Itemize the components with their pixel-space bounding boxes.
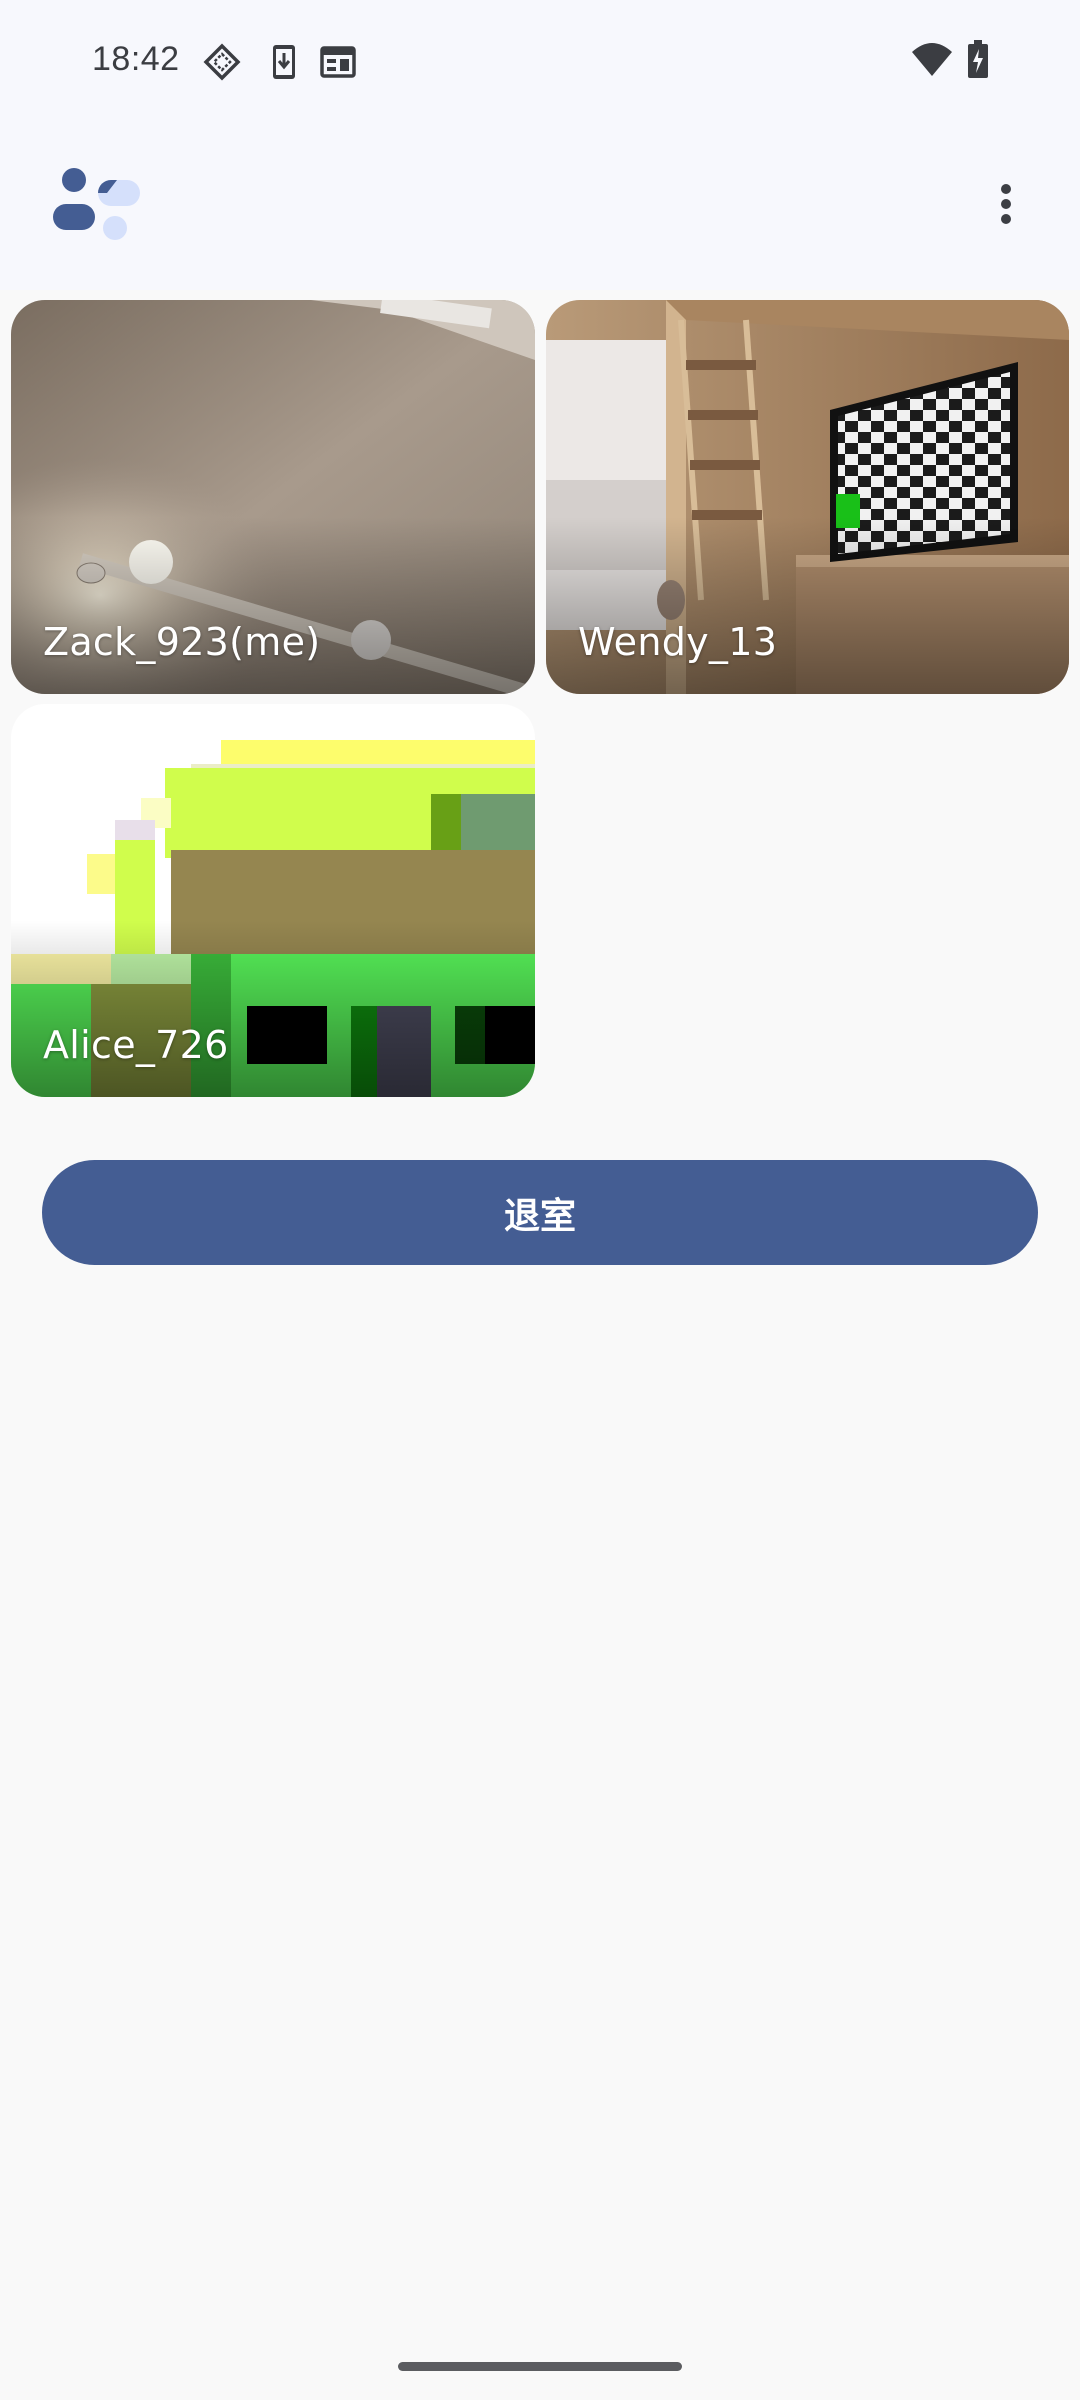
participant-tile-zack[interactable]: Zack_923(me) <box>11 300 535 694</box>
participant-name: Wendy_13 <box>578 620 778 664</box>
status-time: 18:42 <box>92 40 180 78</box>
participant-tile-wendy[interactable]: Wendy_13 <box>546 300 1069 694</box>
battery-charging-icon <box>968 40 988 78</box>
more-vert-icon[interactable] <box>982 172 1030 236</box>
leave-room-button[interactable]: 退室 <box>42 1160 1038 1265</box>
cast-diamond-icon <box>203 43 241 81</box>
status-bar: 18:42 <box>0 0 1080 124</box>
home-indicator[interactable] <box>398 2362 682 2371</box>
participant-name: Zack_923(me) <box>43 620 321 664</box>
participant-tile-alice[interactable]: Alice_726 <box>11 704 535 1097</box>
tile-shade <box>11 920 535 1097</box>
app-logo-icon <box>53 168 140 240</box>
wifi-icon <box>912 43 952 76</box>
tile-shade <box>546 516 1069 694</box>
download-phone-icon <box>273 45 295 79</box>
participant-name: Alice_726 <box>43 1023 229 1067</box>
tile-shade <box>11 516 535 694</box>
calendar-window-icon <box>320 46 356 78</box>
